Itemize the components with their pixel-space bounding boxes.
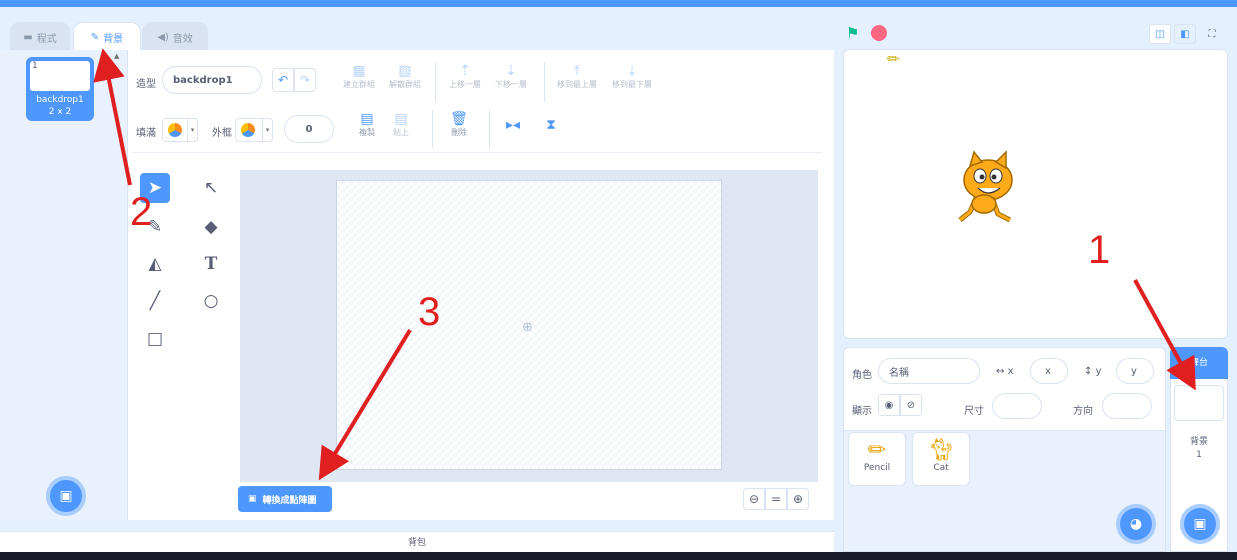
arrow-2: [93, 48, 132, 186]
arrow-1: [1133, 279, 1196, 391]
arrow-3: [318, 328, 412, 481]
annotation-number-3: 3: [418, 290, 441, 334]
annotation-number-1: 1: [1088, 228, 1111, 272]
annotation-number-2: 2: [130, 190, 153, 234]
annotation-arrows: [93, 48, 1196, 481]
